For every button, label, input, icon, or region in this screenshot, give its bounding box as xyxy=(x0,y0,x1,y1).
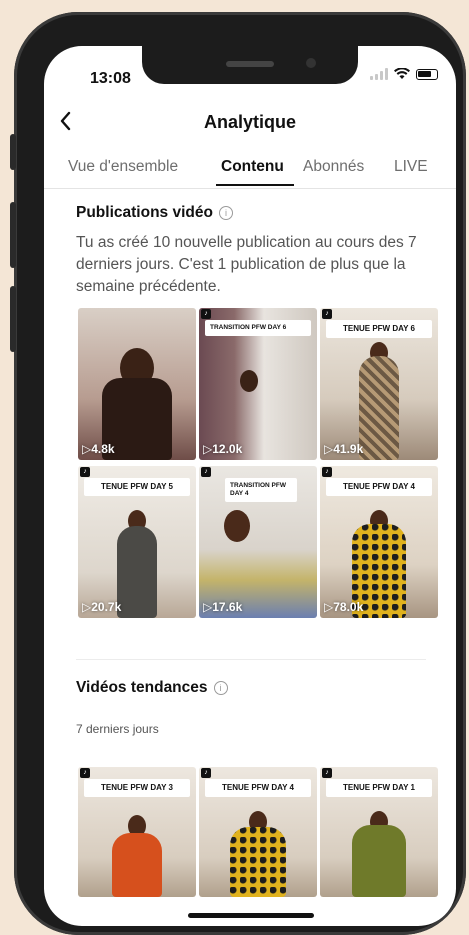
person-body xyxy=(112,833,162,897)
video-label: TENUE PFW DAY 4 xyxy=(326,478,432,496)
trending-tile[interactable]: ♪ TENUE PFW DAY 1 xyxy=(320,767,438,897)
tiktok-icon: ♪ xyxy=(80,768,90,778)
tab-followers[interactable]: Abonnés xyxy=(303,158,364,176)
battery-icon xyxy=(416,69,438,80)
video-label: TENUE PFW DAY 1 xyxy=(326,779,432,797)
status-icons xyxy=(370,68,438,80)
trending-period: 7 derniers jours xyxy=(76,722,159,736)
video-label: TENUE PFW DAY 5 xyxy=(84,478,190,496)
tiktok-icon: ♪ xyxy=(322,768,332,778)
video-tile[interactable]: ♪ TRANSITION PFW DAY 6 ▷12.0k xyxy=(199,308,317,460)
publications-description: Tu as créé 10 nouvelle publication au co… xyxy=(76,234,417,295)
tiktok-icon: ♪ xyxy=(201,309,211,319)
home-indicator[interactable] xyxy=(188,913,314,918)
tiktok-icon: ♪ xyxy=(80,467,90,477)
page-title: Analytique xyxy=(203,112,296,132)
publications-title: Publications vidéo i xyxy=(76,204,233,222)
info-icon[interactable]: i xyxy=(213,681,228,695)
notch xyxy=(142,46,358,84)
person-body xyxy=(352,825,406,897)
volume-up-button xyxy=(10,202,16,268)
tab-content[interactable]: Contenu xyxy=(221,158,284,176)
info-icon[interactable]: i xyxy=(218,206,233,220)
trending-title: Vidéos tendances i xyxy=(76,679,228,697)
video-label: TENUE PFW DAY 6 xyxy=(326,320,432,338)
view-count: ▷41.9k xyxy=(324,442,364,456)
video-label: TRANSITION PFW DAY 6 xyxy=(205,320,311,336)
wifi-icon xyxy=(394,68,410,79)
video-tile[interactable]: ▷4.8k xyxy=(78,308,196,460)
trending-grid: ♪ TENUE PFW DAY 3 ♪ TENUE PFW DAY 4 ♪ TE… xyxy=(78,767,439,897)
section-divider xyxy=(76,659,426,660)
tiktok-icon: ♪ xyxy=(201,768,211,778)
person-head xyxy=(239,370,258,392)
view-count: ▷20.7k xyxy=(82,600,122,614)
tab-bar: Vue d'ensemble Contenu Abonnés LIVE xyxy=(44,154,456,189)
view-count: ▷4.8k xyxy=(82,442,115,456)
video-label: TRANSITION PFW DAY 4 xyxy=(225,478,297,502)
video-grid: ▷4.8k ♪ TRANSITION PFW DAY 6 ▷12.0k ♪ TE… xyxy=(78,308,439,618)
tab-live[interactable]: LIVE xyxy=(394,158,428,176)
signal-icon xyxy=(370,68,388,80)
view-count: ▷12.0k xyxy=(203,442,243,456)
person-body xyxy=(117,526,157,618)
volume-down-button xyxy=(10,286,16,352)
video-label: TENUE PFW DAY 4 xyxy=(205,779,311,797)
tiktok-icon: ♪ xyxy=(322,467,332,477)
trending-tile[interactable]: ♪ TENUE PFW DAY 4 xyxy=(199,767,317,897)
video-tile[interactable]: ♪ TENUE PFW DAY 6 ▷41.9k xyxy=(320,308,438,460)
video-tile[interactable]: ♪ TENUE PFW DAY 4 ▷78.0k xyxy=(320,466,438,618)
screen: 13:08 Analytique Vue d'ensemble Contenu xyxy=(44,46,456,926)
publications-title-text: Publications vidéo xyxy=(76,204,213,221)
tab-active-indicator xyxy=(216,184,294,186)
mute-switch xyxy=(10,134,16,170)
video-label: TENUE PFW DAY 3 xyxy=(84,779,190,797)
trending-title-text: Vidéos tendances xyxy=(76,679,208,696)
video-tile[interactable]: ♪ TRANSITION PFW DAY 4 ▷17.6k xyxy=(199,466,317,618)
speaker xyxy=(226,61,274,67)
person-body xyxy=(230,827,286,897)
tab-overview[interactable]: Vue d'ensemble xyxy=(68,158,178,176)
status-time: 13:08 xyxy=(90,70,131,87)
tiktok-icon: ♪ xyxy=(201,467,211,477)
person-head xyxy=(223,510,250,542)
header: Analytique xyxy=(44,110,456,140)
phone-frame: 13:08 Analytique Vue d'ensemble Contenu xyxy=(10,12,466,935)
tiktok-icon: ♪ xyxy=(322,309,332,319)
camera xyxy=(306,58,316,68)
view-count: ▷78.0k xyxy=(324,600,364,614)
view-count: ▷17.6k xyxy=(203,600,243,614)
video-tile[interactable]: ♪ TENUE PFW DAY 5 ▷20.7k xyxy=(78,466,196,618)
trending-tile[interactable]: ♪ TENUE PFW DAY 3 xyxy=(78,767,196,897)
person-body xyxy=(359,356,399,460)
